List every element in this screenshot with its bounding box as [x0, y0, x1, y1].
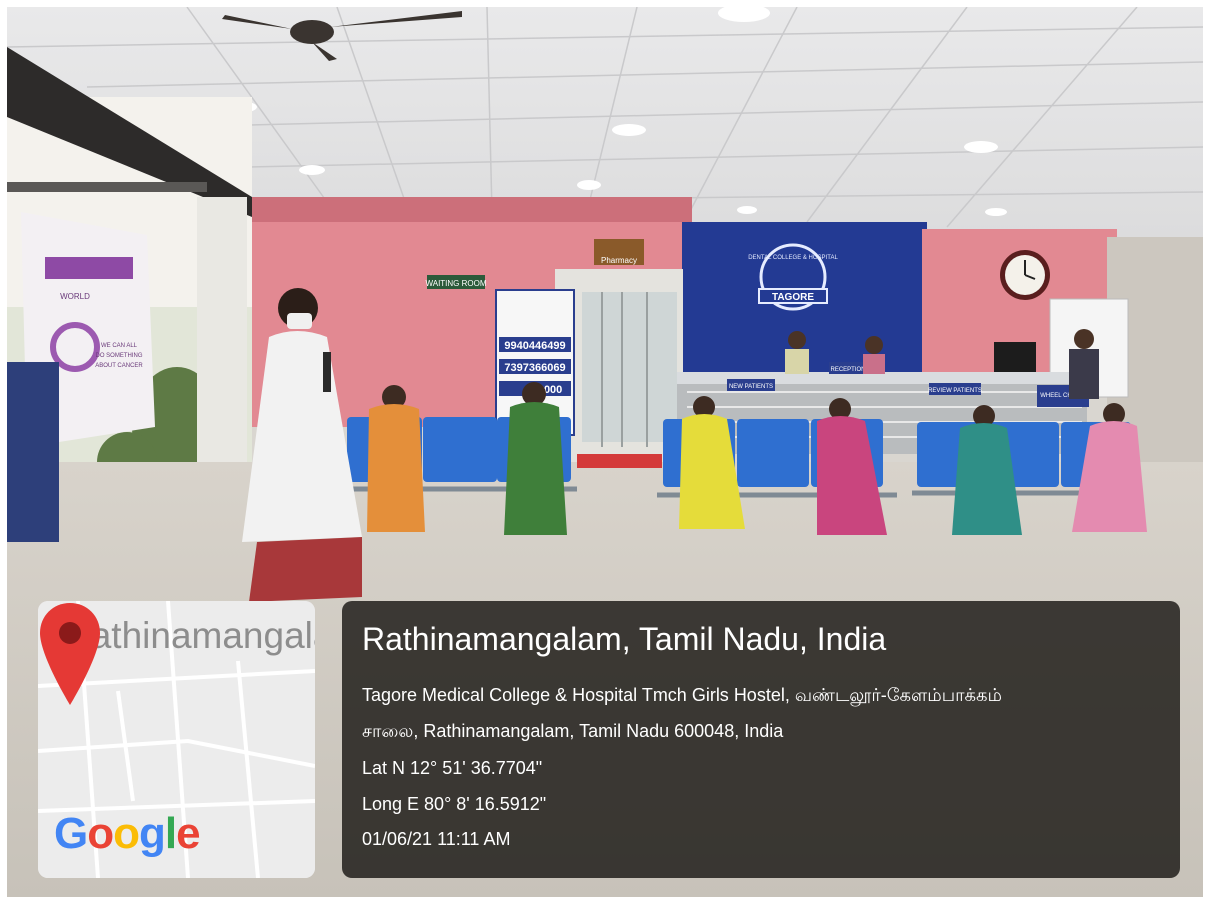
svg-text:7397366069: 7397366069 [504, 362, 565, 374]
longitude: Long E 80° 8' 16.5912" [362, 794, 547, 814]
svg-text:WE CAN ALL: WE CAN ALL [101, 343, 138, 349]
latitude: Lat N 12° 51' 36.7704" [362, 758, 543, 778]
svg-text:Pharmacy: Pharmacy [601, 256, 637, 265]
svg-text:9940446499: 9940446499 [504, 340, 565, 352]
svg-text:TAGORE: TAGORE [772, 292, 814, 303]
map-thumbnail: Rathinamangalam Google [38, 601, 315, 878]
svg-text:NEW PATIENTS: NEW PATIENTS [729, 384, 773, 390]
svg-text:WORLD: WORLD [60, 292, 90, 301]
svg-text:REVIEW PATIENTS: REVIEW PATIENTS [928, 388, 982, 394]
google-logo-letter: g [139, 809, 166, 858]
svg-text:DENTAL COLLEGE & HOSPITAL: DENTAL COLLEGE & HOSPITAL [748, 255, 838, 261]
google-logo-letter: e [176, 809, 201, 858]
location-info-card: Rathinamangalam, Tamil Nadu, India Tagor… [342, 601, 1180, 878]
google-logo-letter: o [113, 809, 140, 858]
google-logo-letter: G [54, 809, 88, 858]
svg-text:DO SOMETHING: DO SOMETHING [95, 353, 142, 359]
google-logo-letter: l [164, 809, 177, 858]
svg-text:ABOUT CANCER: ABOUT CANCER [95, 363, 143, 369]
google-logo: Google [54, 809, 201, 859]
location-pin-icon [40, 603, 100, 705]
address-line-2: சாலை, Rathinamangalam, Tamil Nadu 600048… [362, 721, 784, 741]
address-line-1: Tagore Medical College & Hospital Tmch G… [362, 685, 1003, 705]
timestamp: 01/06/21 11:11 AM [362, 829, 511, 849]
google-logo-letter: o [87, 809, 114, 858]
location-title: Rathinamangalam, Tamil Nadu, India [362, 621, 887, 657]
svg-text:WAITING ROOM: WAITING ROOM [425, 279, 486, 288]
